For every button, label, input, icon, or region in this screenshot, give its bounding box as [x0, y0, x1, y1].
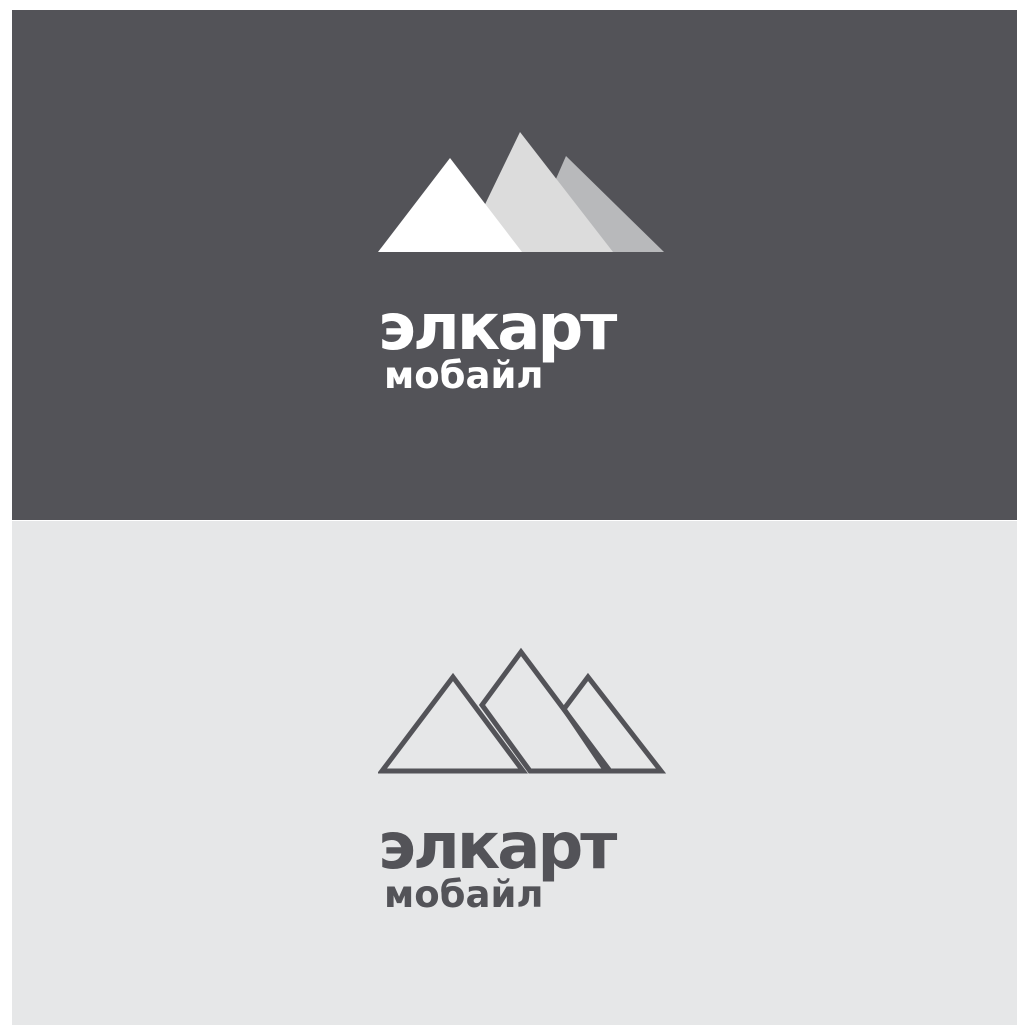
logo-filled: элкарт мобайл: [378, 128, 678, 408]
mountain-middle-outline: [478, 647, 615, 774]
mountain-left-outline: [378, 672, 528, 774]
logo-outline: элкарт мобайл: [378, 647, 678, 927]
brand-name-sub: мобайл: [384, 873, 544, 916]
page: элкарт мобайл элкарт мобайл: [0, 0, 1017, 1025]
mountains-outline-icon: [378, 647, 667, 774]
brand-name-sub: мобайл: [384, 354, 544, 397]
light-logo-panel: элкарт мобайл: [12, 521, 1017, 1025]
wordmark: элкарт мобайл: [378, 291, 678, 397]
brand-name-main: элкарт: [378, 810, 617, 884]
wordmark: элкарт мобайл: [378, 810, 678, 916]
mountains-filled-icon: [378, 132, 664, 252]
brand-name-main: элкарт: [378, 291, 617, 365]
mountain-right-outline: [560, 672, 667, 774]
dark-logo-panel: элкарт мобайл: [12, 10, 1017, 520]
